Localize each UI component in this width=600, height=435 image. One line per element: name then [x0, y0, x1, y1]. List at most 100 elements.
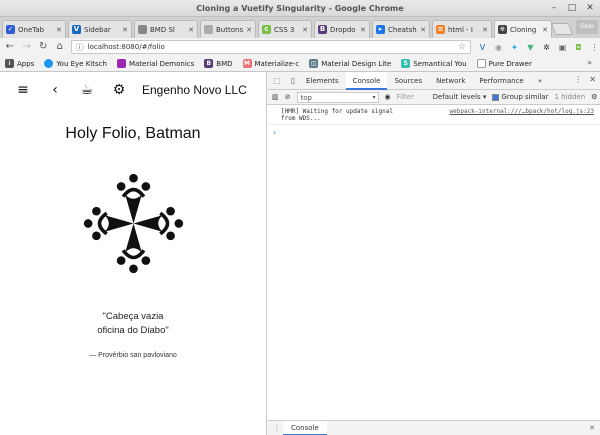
- bookmark-item[interactable]: Material Demonics: [116, 59, 194, 68]
- minimize-icon[interactable]: –: [548, 2, 560, 14]
- devtools-drawer: ⋮ Console ✕: [267, 420, 600, 435]
- tab-close-icon[interactable]: ✕: [302, 26, 308, 34]
- console-message-text: [HMR] Waiting for update signal from WDS…: [281, 108, 393, 122]
- forward-icon[interactable]: →: [20, 40, 34, 54]
- console-message: [HMR] Waiting for update signal from WDS…: [267, 105, 600, 125]
- material-icon: [116, 59, 126, 68]
- tab-strip: ✓ OneTab ✕ V Sidebar ✕ BMD Sl ✕ Buttons ✕ c …: [0, 17, 600, 38]
- browser-tab[interactable]: B Dropdo ✕: [314, 20, 370, 38]
- tab-performance[interactable]: Performance: [472, 72, 530, 90]
- console-prompt[interactable]: ›: [267, 125, 600, 140]
- browser-tab-active[interactable]: ☣ Cloning ✕: [494, 20, 552, 38]
- cheatsheet-icon: ▸: [376, 25, 385, 34]
- tab-elements[interactable]: Elements: [299, 72, 346, 90]
- tab-close-icon[interactable]: ✕: [246, 26, 252, 34]
- window-titlebar: Cloning a Vuetify Singularity - Google C…: [0, 0, 600, 17]
- filter-input[interactable]: Filter: [397, 92, 427, 103]
- browser-tab[interactable]: ▸ Cheatsh ✕: [372, 20, 430, 38]
- vuetify-ext-icon[interactable]: V: [477, 42, 488, 53]
- hidden-count: 1 hidden: [554, 93, 586, 101]
- semantic-icon: S: [401, 59, 411, 68]
- app-page: ≡ ‹ ☕ ⚙ Engenho Novo LLC Holy Folio, Bat…: [0, 72, 266, 435]
- tab-close-icon[interactable]: ✕: [56, 26, 62, 34]
- quote-line: oficina do Diabo": [97, 325, 169, 336]
- drawer-close-icon[interactable]: ✕: [589, 424, 595, 432]
- browser-tab[interactable]: Buttons ✕: [200, 20, 256, 38]
- address-bar[interactable]: ⓘ localhost:8080/#/folio ☆: [70, 40, 471, 54]
- brand-title: Engenho Novo LLC: [142, 83, 247, 97]
- ext-icon[interactable]: ✲: [541, 42, 552, 53]
- tab-console[interactable]: Console: [345, 71, 388, 90]
- browser-toolbar: ← → ↻ ⌂ ⓘ localhost:8080/#/folio ☆ V ◉ ✦…: [0, 38, 600, 56]
- more-tabs-button[interactable]: »: [531, 72, 549, 90]
- url-text[interactable]: localhost:8080/#/folio: [88, 43, 458, 51]
- devtools-close-icon[interactable]: ✕: [589, 75, 596, 84]
- eye-icon[interactable]: ◉: [385, 93, 391, 101]
- close-icon[interactable]: ✕: [584, 2, 596, 14]
- sidebar-toggle-icon[interactable]: ▥: [272, 93, 279, 101]
- context-select[interactable]: top: [296, 91, 379, 103]
- tab-close-icon[interactable]: ✕: [542, 26, 548, 34]
- levels-dropdown[interactable]: Default levels ▾: [433, 93, 487, 101]
- app-toolbar: ≡ ‹ ☕ ⚙ Engenho Novo LLC: [0, 72, 266, 108]
- drawer-tab-console[interactable]: Console: [283, 420, 327, 435]
- devtools-kebab-icon[interactable]: ⋮: [574, 75, 582, 84]
- quote-line: "Cabeça vazia: [102, 311, 164, 322]
- bookmark-item[interactable]: ◫ Material Design Lite: [309, 59, 391, 68]
- twitter-ext-icon[interactable]: ✦: [509, 42, 520, 53]
- coffee-icon[interactable]: ☕: [78, 81, 96, 99]
- eye-ext-icon[interactable]: ◉: [493, 42, 504, 53]
- browser-tab[interactable]: c CSS 3 ✕: [258, 20, 312, 38]
- stackoverflow-icon: ≡: [436, 25, 445, 34]
- reload-icon[interactable]: ↻: [36, 40, 50, 54]
- console-settings-icon[interactable]: ⚙: [591, 93, 597, 101]
- chevron-left-icon[interactable]: ‹: [46, 81, 64, 99]
- bookmark-item[interactable]: M Materialize-c: [242, 59, 299, 68]
- inspect-icon[interactable]: ⬚: [271, 75, 283, 87]
- bookmark-item[interactable]: ⁞ Apps: [5, 59, 34, 68]
- quote: "Cabeça vazia oficina do Diabo": [0, 310, 266, 338]
- tab-close-icon[interactable]: ✕: [420, 26, 426, 34]
- spinner-icon: [44, 59, 54, 68]
- page-icon: [204, 25, 213, 34]
- gears-icon[interactable]: ⚙: [110, 81, 128, 99]
- profile-badge[interactable]: Gelo: [576, 20, 598, 34]
- bookmark-item[interactable]: B BMD: [204, 59, 233, 68]
- occitan-cross-icon: [83, 173, 184, 274]
- back-icon[interactable]: ←: [3, 40, 17, 54]
- tab-network[interactable]: Network: [429, 72, 472, 90]
- onetab-icon: ✓: [6, 25, 15, 34]
- info-icon[interactable]: ⓘ: [76, 42, 84, 53]
- browser-tab[interactable]: BMD Sl ✕: [134, 20, 198, 38]
- maximize-icon[interactable]: □: [566, 2, 578, 14]
- tab-close-icon[interactable]: ✕: [188, 26, 194, 34]
- devtools-tabs: ⬚ ▯ Elements Console Sources Network Per…: [267, 71, 600, 90]
- tab-close-icon[interactable]: ✕: [482, 26, 488, 34]
- page-icon: [138, 25, 147, 34]
- tab-sources[interactable]: Sources: [387, 72, 429, 90]
- ext-icon[interactable]: ◘: [573, 42, 584, 53]
- menu-kebab-icon[interactable]: ⋮: [589, 42, 600, 53]
- vue-devtools-icon[interactable]: ▼: [525, 42, 536, 53]
- drawer-kebab-icon[interactable]: ⋮: [271, 424, 283, 432]
- group-similar-checkbox[interactable]: Group similar: [492, 93, 548, 101]
- page-title: Holy Folio, Batman: [65, 125, 201, 142]
- browser-tab[interactable]: ≡ html - I ✕: [432, 20, 492, 38]
- clear-console-icon[interactable]: ⊘: [285, 93, 291, 101]
- home-icon[interactable]: ⌂: [53, 40, 67, 54]
- bookmarks-overflow-icon[interactable]: »: [587, 58, 592, 67]
- bookmark-star-icon[interactable]: ☆: [458, 42, 466, 52]
- vuetify-icon: V: [72, 25, 81, 34]
- hamburger-menu-icon[interactable]: ≡: [14, 81, 32, 99]
- browser-tab[interactable]: ✓ OneTab ✕: [2, 20, 66, 38]
- new-tab-button[interactable]: [550, 23, 574, 35]
- console-source-link[interactable]: webpack-internal:///…bpack/hot/log.js:23: [450, 108, 595, 115]
- device-toggle-icon[interactable]: ▯: [287, 75, 299, 87]
- browser-tab[interactable]: V Sidebar ✕: [68, 20, 132, 38]
- bookmark-item[interactable]: You Eye Kitsch: [44, 59, 107, 68]
- bookmark-item[interactable]: S Semantical You: [401, 59, 467, 68]
- bookmark-item[interactable]: Pure Drawer: [476, 59, 532, 68]
- tab-close-icon[interactable]: ✕: [360, 26, 366, 34]
- ext-icon[interactable]: ▣: [557, 42, 568, 53]
- tab-close-icon[interactable]: ✕: [122, 26, 128, 34]
